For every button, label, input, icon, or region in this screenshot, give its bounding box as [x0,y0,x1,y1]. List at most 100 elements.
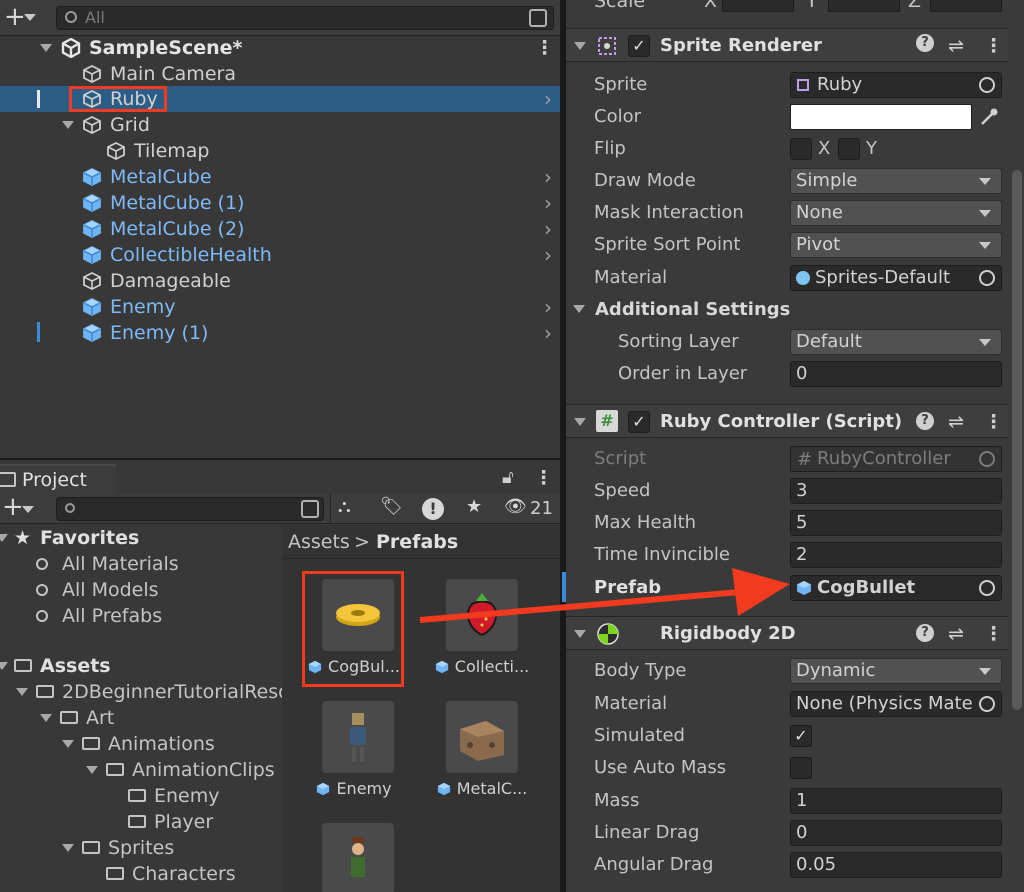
collapse-arrow-icon[interactable] [574,630,586,638]
breadcrumb-assets[interactable]: Assets [288,525,350,559]
collapse-arrow-icon[interactable] [574,42,586,50]
expand-arrow-icon[interactable] [86,766,98,774]
time-invincible-field[interactable]: 2 [790,542,1002,568]
mass-field[interactable]: 1 [790,788,1002,814]
hierarchy-item[interactable]: Tilemap [0,138,560,164]
preset-icon[interactable]: ⇌ [948,29,964,63]
chevron-right-icon[interactable]: › [544,294,552,320]
scene-menu-icon[interactable]: ⋮ [535,35,554,61]
search-options-icon[interactable] [301,500,319,518]
mask-interaction-dropdown[interactable]: None [790,200,1002,226]
sprite-renderer-enabled-checkbox[interactable]: ✓ [628,35,650,57]
sorting-layer-dropdown[interactable]: Default [790,329,1002,355]
asset-player[interactable] [322,823,394,892]
sprite-sort-point-dropdown[interactable]: Pivot [790,232,1002,258]
material-field[interactable]: Sprites-Default [790,265,1002,291]
hierarchy-search-input[interactable]: All [56,6,554,30]
draw-mode-dropdown[interactable]: Simple [790,168,1002,194]
filter-by-type-icon[interactable]: ⛬ [338,496,351,517]
eyedropper-icon[interactable] [978,106,1000,128]
create-dropdown-icon[interactable] [22,506,34,513]
expand-arrow-icon[interactable] [40,44,52,52]
log-filter-icon[interactable]: ! [422,498,444,520]
scale-y-field[interactable] [828,0,900,12]
expand-arrow-icon[interactable] [62,844,74,852]
linear-drag-field[interactable]: 0 [790,820,1002,846]
add-icon[interactable]: + [4,2,26,32]
expand-arrow-icon[interactable] [62,740,74,748]
project-search-input[interactable] [56,497,324,521]
object-picker-icon[interactable] [979,77,995,93]
sprite-field[interactable]: Ruby [790,72,1002,98]
component-menu-icon[interactable]: ⋮ [984,29,1003,63]
hierarchy-item[interactable]: Damageable [0,268,560,294]
ruby-controller-enabled-checkbox[interactable]: ✓ [628,411,650,433]
object-picker-icon[interactable] [979,270,995,286]
hierarchy-item[interactable]: Main Camera [0,61,560,87]
add-dropdown-icon[interactable] [24,14,36,21]
flip-y-checkbox[interactable] [838,138,860,160]
favorites-filter-icon[interactable]: ★ [466,496,482,517]
scene-row[interactable]: SampleScene* ⋮ [0,35,560,61]
order-in-layer-field[interactable]: 0 [790,361,1002,387]
chevron-right-icon[interactable]: › [544,164,552,190]
chevron-right-icon[interactable]: › [544,190,552,216]
collapse-arrow-icon[interactable] [573,305,585,313]
inspector-scrollbar[interactable] [1012,170,1022,710]
additional-settings-foldout[interactable]: Additional Settings [595,295,790,325]
asset-collectiblehealth[interactable] [446,579,518,651]
expand-arrow-icon[interactable] [16,688,28,696]
asset-metalcube[interactable] [446,701,518,773]
hierarchy-item[interactable]: MetalCube (2) › [0,216,560,242]
color-swatch[interactable] [790,104,972,130]
collapse-arrow-icon[interactable] [574,418,586,426]
flip-x-checkbox[interactable] [790,138,812,160]
max-health-field[interactable]: 5 [790,510,1002,536]
rigidbody2d-header[interactable]: Rigidbody 2D ? ⇌ ⋮ [566,616,1008,650]
component-menu-icon[interactable]: ⋮ [984,405,1003,439]
help-icon[interactable]: ? [916,624,934,642]
component-menu-icon[interactable]: ⋮ [984,617,1003,651]
project-tab[interactable]: Project [0,464,116,494]
object-picker-icon[interactable] [979,696,995,712]
chevron-right-icon[interactable]: › [544,242,552,268]
create-icon[interactable]: + [2,492,24,522]
breadcrumb-prefabs[interactable]: Prefabs [376,525,458,559]
hierarchy-item[interactable]: CollectibleHealth › [0,242,560,268]
hierarchy-item[interactable]: Grid [0,112,560,138]
speed-field[interactable]: 3 [790,478,1002,504]
expand-arrow-icon[interactable] [62,121,74,129]
search-options-icon[interactable] [529,9,547,27]
chevron-right-icon[interactable]: › [544,320,552,346]
preset-icon[interactable]: ⇌ [948,405,964,439]
physics-material-field[interactable]: None (Physics Mate [790,691,1002,717]
filter-by-label-icon[interactable]: 🏷︎ [380,496,403,517]
lock-icon[interactable]: 🔓︎ [502,464,514,492]
expand-arrow-icon[interactable] [0,534,8,542]
chevron-right-icon[interactable]: › [544,86,552,112]
simulated-checkbox[interactable]: ✓ [790,725,812,747]
help-icon[interactable]: ? [916,34,934,52]
expand-arrow-icon[interactable] [40,714,52,722]
hierarchy-item[interactable]: Enemy › [0,294,560,320]
sprite-renderer-header[interactable]: ✓ Sprite Renderer ? ⇌ ⋮ [566,28,1008,62]
use-auto-mass-checkbox[interactable] [790,757,812,779]
help-icon[interactable]: ? [916,412,934,430]
hierarchy-item[interactable]: MetalCube › [0,164,560,190]
hierarchy-item[interactable]: MetalCube (1) › [0,190,560,216]
preset-icon[interactable]: ⇌ [948,617,964,651]
object-picker-icon[interactable] [979,580,995,596]
scale-x-field[interactable] [722,0,794,12]
ruby-controller-header[interactable]: # ✓ Ruby Controller (Script) ? ⇌ ⋮ [566,404,1008,438]
asset-enemy[interactable] [322,701,394,773]
scale-z-field[interactable] [930,0,1002,12]
hierarchy-item[interactable]: Enemy (1) › [0,320,560,346]
angular-drag-label: Angular Drag [594,854,714,875]
expand-arrow-icon[interactable] [0,662,8,670]
angular-drag-field[interactable]: 0.05 [790,852,1002,878]
hidden-packages-icon[interactable]: 👁︎ [504,496,527,517]
prefab-field[interactable]: CogBullet [790,575,1002,601]
chevron-right-icon[interactable]: › [544,216,552,242]
panel-menu-icon[interactable]: ⋮ [534,464,553,492]
body-type-dropdown[interactable]: Dynamic [790,658,1002,684]
